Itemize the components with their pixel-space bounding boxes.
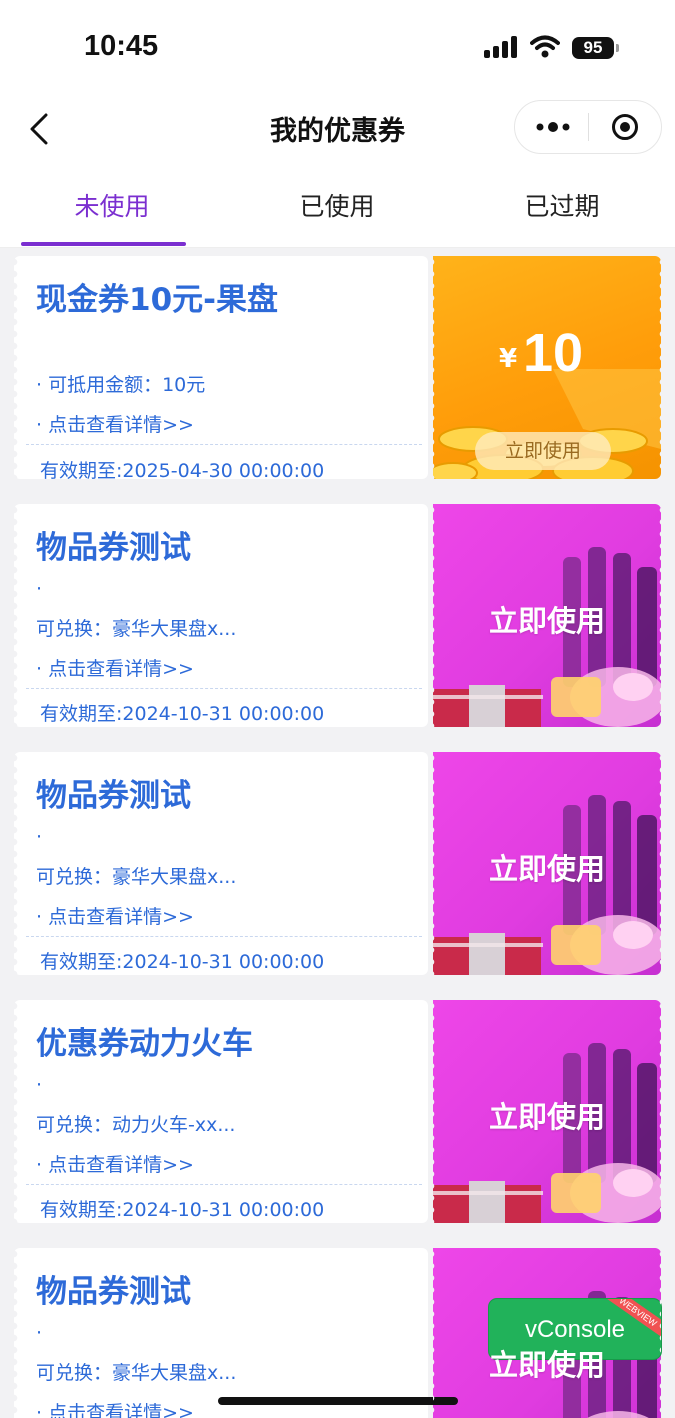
- battery-tip: [616, 44, 619, 52]
- currency-symbol: ¥: [499, 344, 518, 374]
- status-bar: 10:45 95: [0, 0, 675, 95]
- coupon-details-link[interactable]: · 点击查看详情>>: [36, 1398, 194, 1418]
- coupon-card[interactable]: 现金券10元-果盘 · 可抵用金额：10元 · 点击查看详情>> 有效期至:20…: [14, 248, 662, 482]
- dashed-divider: [26, 1184, 422, 1185]
- more-dots-icon[interactable]: [535, 119, 571, 135]
- coupon-title: 物品券测试: [36, 530, 191, 566]
- tab-expired[interactable]: 已过期: [477, 187, 647, 223]
- coupon-list[interactable]: 现金券10元-果盘 · 可抵用金额：10元 · 点击查看详情>> 有效期至:20…: [0, 248, 675, 1418]
- coupon-card[interactable]: 优惠券动力火车 · 可兑换：动力火车-xx... · 点击查看详情>> 有效期至…: [14, 992, 662, 1223]
- tab-unused[interactable]: 未使用: [27, 187, 197, 223]
- use-now-button[interactable]: 立即使用: [433, 846, 661, 888]
- miniprogram-capsule: [514, 100, 662, 154]
- coupon-dot: ·: [36, 1074, 43, 1096]
- dashed-divider: [26, 688, 422, 689]
- dashed-divider: [26, 444, 422, 445]
- coupon-expiry: 有效期至:2024-10-31 00:00:00: [40, 703, 325, 725]
- use-now-button[interactable]: 立即使用: [433, 1094, 661, 1136]
- coupon-dot: ·: [36, 1322, 43, 1344]
- coupon-info: 物品券测试 · 可兑换：豪华大果盘x... · 点击查看详情>> 有效期至:20…: [14, 504, 428, 727]
- status-time: 10:45: [84, 30, 159, 62]
- coupon-info: 优惠券动力火车 · 可兑换：动力火车-xx... · 点击查看详情>> 有效期至…: [14, 1000, 428, 1223]
- coupon-info: 物品券测试 · 可兑换：豪华大果盘x... · 点击查看详情>>: [14, 1248, 428, 1418]
- coupon-value: 10: [523, 323, 584, 383]
- coupon-expiry: 有效期至:2024-10-31 00:00:00: [40, 1199, 325, 1221]
- tab-used[interactable]: 已使用: [252, 187, 422, 223]
- close-miniprogram-icon[interactable]: [611, 113, 639, 141]
- coupon-expiry: 有效期至:2024-10-31 00:00:00: [40, 951, 325, 973]
- tab-bar: 未使用 已使用 已过期: [0, 165, 675, 248]
- coupon-details-link[interactable]: · 点击查看详情>>: [36, 410, 194, 437]
- coupon-use-panel[interactable]: 立即使用: [433, 752, 661, 975]
- use-now-button[interactable]: 立即使用: [433, 1342, 661, 1384]
- coupon-card[interactable]: 物品券测试 · 可兑换：豪华大果盘x... · 点击查看详情>> 有效期至:20…: [14, 744, 662, 975]
- coupon-title: 现金券10元-果盘: [36, 282, 279, 318]
- signal-icon: [484, 36, 518, 58]
- coupon-amount-line: · 可抵用金额：10元: [36, 374, 206, 396]
- coupon-info: 物品券测试 · 可兑换：豪华大果盘x... · 点击查看详情>> 有效期至:20…: [14, 752, 428, 975]
- wifi-icon: [530, 35, 560, 58]
- coupon-dot: ·: [36, 578, 43, 600]
- capsule-divider: [588, 113, 589, 141]
- coupon-use-panel[interactable]: 立即使用: [433, 504, 661, 727]
- coupon-exchange-line: 可兑换：豪华大果盘x...: [36, 1362, 237, 1384]
- use-now-button[interactable]: 立即使用: [475, 432, 611, 470]
- coupon-title: 优惠券动力火车: [36, 1026, 253, 1062]
- coupon-use-panel[interactable]: 立即使用: [433, 1000, 661, 1223]
- vconsole-label: vConsole: [524, 1316, 626, 1343]
- coupon-title: 物品券测试: [36, 778, 191, 814]
- nav-bar: 我的优惠券: [0, 95, 675, 165]
- active-tab-indicator: [21, 242, 186, 246]
- home-indicator: [218, 1397, 458, 1405]
- coupon-exchange-line: 可兑换：豪华大果盘x...: [36, 618, 237, 640]
- coupon-title: 物品券测试: [36, 1274, 191, 1310]
- coupon-use-panel[interactable]: ¥ 10 立即使用: [433, 256, 661, 479]
- coupon-details-link[interactable]: · 点击查看详情>>: [36, 654, 194, 681]
- dashed-divider: [26, 936, 422, 937]
- coupon-details-link[interactable]: · 点击查看详情>>: [36, 1150, 194, 1177]
- coupon-card[interactable]: 物品券测试 · 可兑换：豪华大果盘x... · 点击查看详情>> 有效期至:20…: [14, 496, 662, 727]
- coupon-dot: ·: [36, 826, 43, 848]
- coupon-exchange-line: 可兑换：动力火车-xx...: [36, 1114, 236, 1136]
- coupon-exchange-line: 可兑换：豪华大果盘x...: [36, 866, 237, 888]
- battery-icon: 95: [572, 37, 614, 59]
- coupon-info: 现金券10元-果盘 · 可抵用金额：10元 · 点击查看详情>> 有效期至:20…: [14, 256, 428, 482]
- coupon-expiry: 有效期至:2025-04-30 00:00:00: [40, 460, 325, 482]
- use-now-button[interactable]: 立即使用: [433, 598, 661, 640]
- coupon-details-link[interactable]: · 点击查看详情>>: [36, 902, 194, 929]
